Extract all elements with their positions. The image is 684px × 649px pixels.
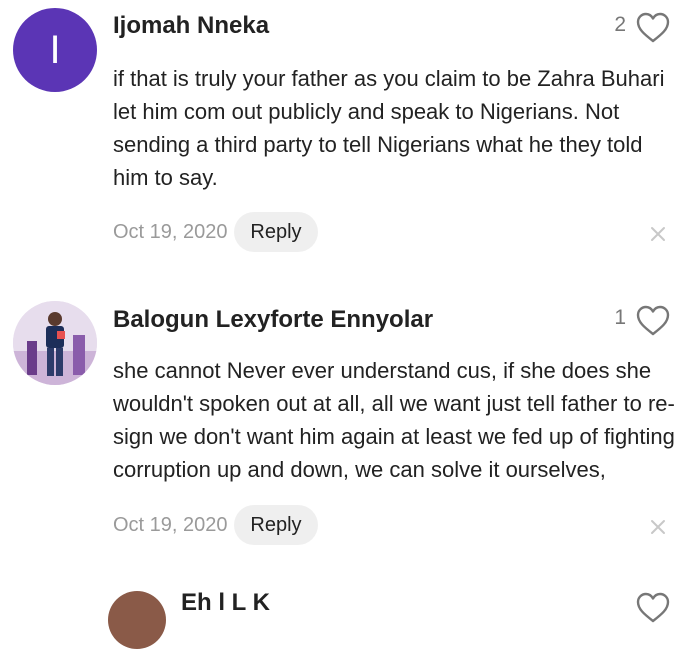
comment-line: sign we don't want him again at least we… [113, 424, 675, 449]
like-count: 1 [614, 306, 626, 329]
avatar[interactable] [13, 301, 97, 385]
reply-button[interactable]: Reply [234, 505, 318, 545]
heart-outline-icon[interactable] [636, 305, 670, 337]
avatar[interactable] [108, 591, 166, 649]
user-photo [13, 301, 97, 385]
comment-date: Oct 19, 2020 [113, 514, 228, 536]
comment-line: wouldn't spoken out at all, all we want … [113, 391, 675, 416]
heart-outline-icon[interactable] [636, 592, 670, 624]
close-icon[interactable] [650, 519, 666, 535]
comment-author[interactable]: Eh l L K [181, 589, 270, 617]
comment-body: she cannot Never ever understand cus, if… [113, 354, 678, 486]
comment-line: she cannot Never ever understand cus, if… [113, 358, 652, 383]
comment-item: Balogun Lexyforte Ennyolar 1 she cannot … [0, 0, 684, 580]
comment-line: corruption up and down, we can solve it … [113, 457, 606, 482]
comment-author[interactable]: Balogun Lexyforte Ennyolar [113, 306, 433, 334]
